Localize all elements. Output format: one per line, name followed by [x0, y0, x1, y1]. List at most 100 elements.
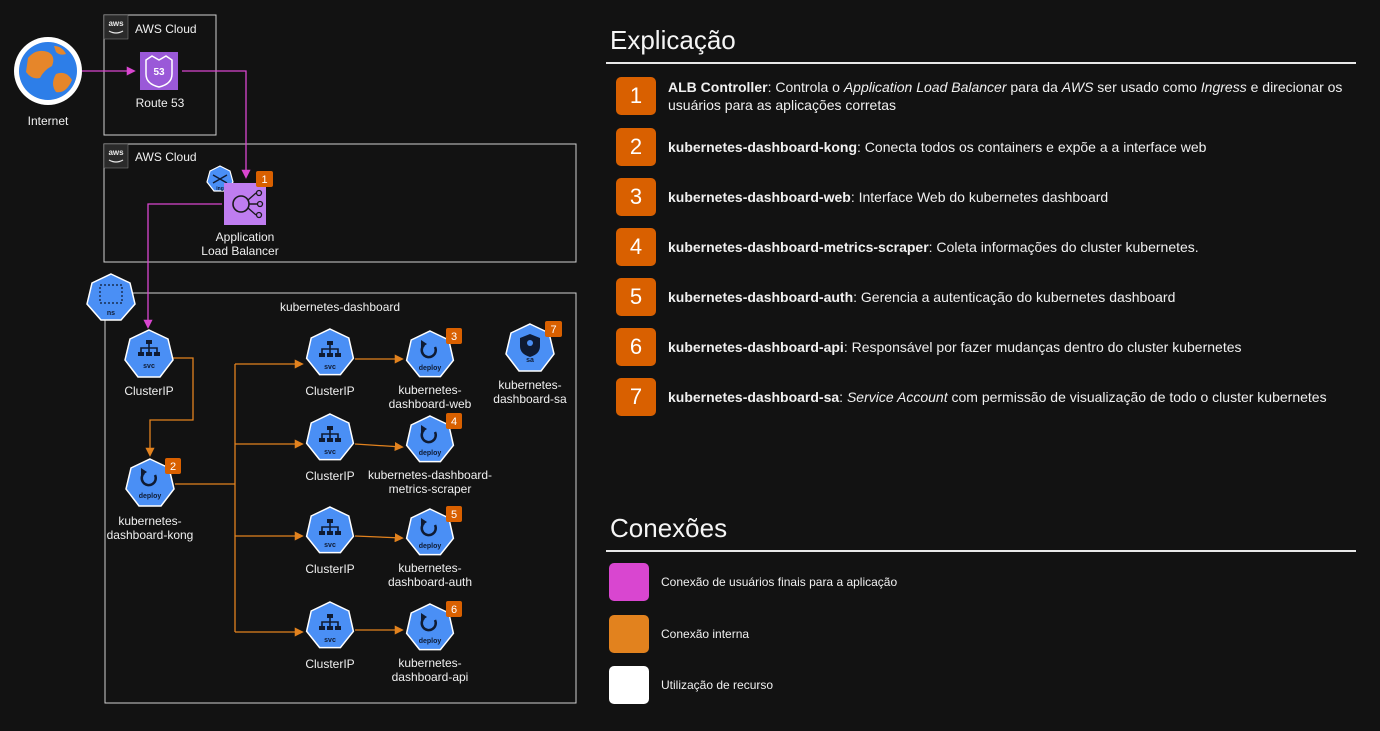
number-badge: 2 [616, 128, 656, 166]
globe-icon [14, 37, 82, 105]
route53-label: Route 53 [136, 96, 185, 110]
explanation-text: ALB Controller: Controla o Application L… [668, 79, 1343, 113]
legend-label: Conexão de usuários finais para a aplica… [661, 575, 898, 589]
legend-item: Conexão de usuários finais para a aplica… [609, 563, 897, 601]
explanation-item: 7 kubernetes-dashboard-sa: Service Accoun… [616, 378, 1348, 416]
badge: 1 [256, 171, 273, 187]
service-icon: svc [305, 413, 355, 461]
svg-text:5: 5 [451, 509, 457, 521]
connections-title: Conexões [610, 513, 728, 543]
svg-text:7: 7 [550, 324, 556, 336]
svg-text:aws: aws [108, 148, 124, 157]
svc-label: ClusterIP [305, 469, 354, 483]
badge: 5 [446, 506, 462, 522]
connections-panel: Conexões [606, 510, 1356, 552]
explanation-text: kubernetes-dashboard-auth: Gerencia a au… [668, 289, 1176, 305]
svg-text:2: 2 [170, 461, 176, 473]
kong-label: kubernetes- [118, 514, 181, 528]
legend-label: Conexão interna [661, 627, 750, 641]
explanation-item: 4 kubernetes-dashboard-metrics-scraper: C… [616, 228, 1348, 266]
aws-cloud-label: AWS Cloud [135, 22, 197, 36]
number-badge: 5 [616, 278, 656, 316]
svg-text:sa: sa [526, 357, 534, 364]
svc-icon-text: svc [324, 542, 336, 549]
legend-item: Conexão interna [609, 615, 749, 653]
deploy-label: kubernetes- [398, 383, 461, 397]
deploy-label: dashboard-web [389, 397, 472, 411]
service-icon: svc [305, 601, 355, 649]
svg-text:4: 4 [451, 416, 457, 428]
svc-label: ClusterIP [305, 384, 354, 398]
alb-to-svc-edge [143, 203, 222, 329]
svg-text:53: 53 [153, 67, 165, 78]
explanation-item: 2 kubernetes-dashboard-kong: Conecta todo… [616, 128, 1348, 166]
deploy-label: metrics-scraper [389, 482, 472, 496]
service-icon: svc [305, 328, 355, 376]
alb-label: Load Balancer [201, 244, 278, 258]
deploy-label: kubernetes- [398, 561, 461, 575]
badge: 4 [446, 413, 462, 429]
explanation-item: 1 ALB Controller: Controla o Application … [616, 77, 1348, 115]
kong-label: dashboard-kong [107, 528, 194, 542]
number-badge: 6 [616, 328, 656, 366]
svg-text:deploy: deploy [139, 493, 162, 500]
svg-text:1: 1 [261, 174, 267, 186]
deploy-icon-text: deploy [419, 450, 442, 457]
svc-icon-text: svc [324, 364, 336, 371]
aws-logo-icon: aws [103, 14, 129, 40]
namespace-label: kubernetes-dashboard [280, 300, 400, 314]
explanation-title: Explicação [610, 25, 736, 55]
badge: 7 [545, 321, 562, 337]
namespace-icon: ns [86, 273, 136, 321]
number-badge: 4 [616, 228, 656, 266]
legend-swatch [609, 563, 649, 601]
svc-label: ClusterIP [305, 562, 354, 576]
deploy-label: kubernetes- [398, 656, 461, 670]
divider [606, 62, 1356, 64]
internal-connections [145, 354, 404, 637]
legend-swatch [609, 666, 649, 704]
internet-label: Internet [28, 114, 69, 128]
deploy-label: dashboard-auth [388, 575, 472, 589]
deploy-icon-text: deploy [419, 543, 442, 550]
sa-label: kubernetes- [498, 378, 561, 392]
deploy-label: kubernetes-dashboard- [368, 468, 492, 482]
explanation-text: kubernetes-dashboard-kong: Conecta todos… [668, 139, 1207, 155]
number-badge: 7 [616, 378, 656, 416]
legend-swatch [609, 615, 649, 653]
service-icon: svc [305, 506, 355, 554]
alb-label: Application [216, 230, 275, 244]
explanation-panel: Explicação [606, 22, 1356, 64]
explanation-text: kubernetes-dashboard-web: Interface Web … [668, 189, 1109, 205]
explanation-text: kubernetes-dashboard-api: Responsável po… [668, 339, 1242, 355]
explanation-item: 3 kubernetes-dashboard-web: Interface Web… [616, 178, 1348, 216]
svg-text:3: 3 [451, 331, 457, 343]
deploy-label: dashboard-api [392, 670, 469, 684]
badge: 2 [165, 458, 181, 474]
svg-text:ing: ing [216, 186, 224, 192]
aws-cloud-label: AWS Cloud [135, 150, 197, 164]
number-badge: 1 [616, 77, 656, 115]
badge: 3 [446, 328, 462, 344]
divider [606, 550, 1356, 552]
explanation-item: 5 kubernetes-dashboard-auth: Gerencia a a… [616, 278, 1348, 316]
svg-text:svc: svc [143, 363, 155, 370]
legend-item: Utilização de recurso [609, 666, 773, 704]
legend-label: Utilização de recurso [661, 678, 774, 692]
deploy-icon-text: deploy [419, 638, 442, 645]
svc-icon-text: svc [324, 449, 336, 456]
badge: 6 [446, 601, 462, 617]
route53-icon: 53 [140, 52, 178, 90]
service-icon: svc [124, 329, 174, 378]
aws-logo-icon: aws [103, 143, 129, 169]
explanation-item: 6 kubernetes-dashboard-api: Responsável p… [616, 328, 1348, 366]
explanation-text: kubernetes-dashboard-sa: Service Account… [668, 389, 1327, 405]
deploy-icon-text: deploy [419, 365, 442, 372]
svg-text:6: 6 [451, 604, 457, 616]
svc-label: ClusterIP [124, 384, 173, 398]
explanation-text: kubernetes-dashboard-metrics-scraper: Co… [668, 239, 1199, 255]
load-balancer-icon [224, 183, 266, 225]
svg-text:ns: ns [107, 310, 115, 317]
svc-label: ClusterIP [305, 657, 354, 671]
svc-icon-text: svc [324, 637, 336, 644]
